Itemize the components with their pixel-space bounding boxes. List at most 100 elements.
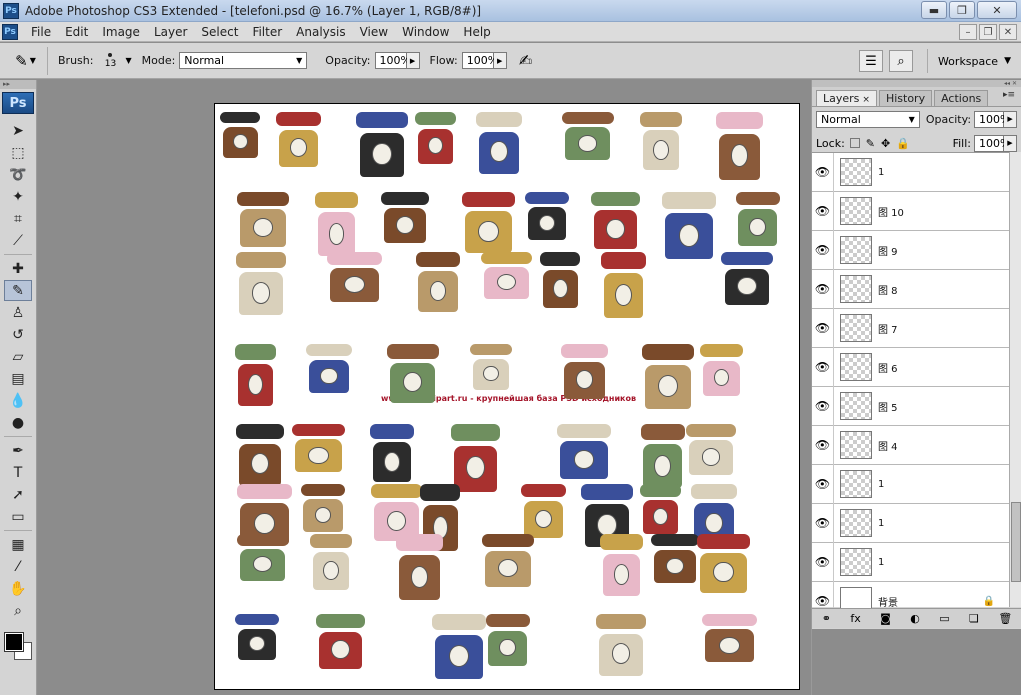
menu-help[interactable]: Help [456,25,497,39]
workspace-menu[interactable]: Workspace ▼ [926,49,1021,73]
visibility-eye-icon[interactable]: 👁 [812,269,834,309]
fx-icon[interactable]: fx [850,612,860,625]
layer-row[interactable]: 👁 图 6 [812,347,1009,387]
slice-tool-icon[interactable]: ⟋ [4,230,32,251]
tab-history[interactable]: History [878,90,933,106]
fill-input[interactable]: 100% [974,134,1010,152]
eyedropper-tool-icon[interactable]: ⁄ [4,556,32,577]
layer-row[interactable]: 👁 图 8 [812,269,1009,309]
menu-file[interactable]: File [24,25,58,39]
canvas[interactable]: www.ProfClipart.ru - крупнейшая база PSD… [214,103,800,690]
minimize-button[interactable]: ▬ [921,1,947,19]
hand-tool-icon[interactable]: ✋ [4,578,32,599]
gradient-tool-icon[interactable]: ▤ [4,368,32,389]
tool-preset-picker[interactable]: ✎ ▼ [4,46,48,75]
clone-stamp-tool-icon[interactable]: ♙ [4,302,32,323]
brush-picker[interactable]: 13 [97,47,123,75]
magic-wand-tool-icon[interactable]: ✦ [4,186,32,207]
doc-minimize-button[interactable]: – [959,24,977,40]
doc-restore-button[interactable]: ❐ [979,24,997,40]
crop-tool-icon[interactable]: ⌗ [4,208,32,229]
doc-close-button[interactable]: ✕ [999,24,1017,40]
visibility-eye-icon[interactable]: 👁 [812,464,834,504]
visibility-eye-icon[interactable]: 👁 [812,347,834,387]
adjustment-icon[interactable]: ◐ [910,612,920,625]
pen-tool-icon[interactable]: ✒ [4,440,32,461]
toolbox-grip-icon[interactable]: ▸▸ [0,80,36,89]
photoshop-menu-icon[interactable]: Ps [2,23,18,40]
layer-opacity-arrow-icon[interactable]: ▶ [1004,110,1017,128]
link-icon[interactable]: ⚭ [822,612,831,625]
opacity-input[interactable]: 100% [374,52,411,69]
layer-row[interactable]: 👁 1 [812,152,1009,192]
menu-layer[interactable]: Layer [147,25,194,39]
menu-analysis[interactable]: Analysis [289,25,352,39]
tab-layers[interactable]: Layers × [816,90,877,106]
close-icon[interactable]: × [862,95,870,105]
layer-row[interactable]: 👁 图 10 [812,191,1009,231]
blend-mode-select[interactable]: Normal ▼ [816,110,920,128]
menu-image[interactable]: Image [95,25,147,39]
layer-row[interactable]: 👁 1 [812,503,1009,543]
lock-all-icon[interactable]: 🔒 [896,137,910,150]
fill-arrow-icon[interactable]: ▶ [1004,134,1017,152]
path-selection-tool-icon[interactable]: ➚ [4,484,32,505]
visibility-eye-icon[interactable]: 👁 [812,425,834,465]
layer-row[interactable]: 👁 1 [812,464,1009,504]
panel-collapse-icon[interactable]: ◂◂ ✕ [812,80,1021,87]
menu-edit[interactable]: Edit [58,25,95,39]
visibility-eye-icon[interactable]: 👁 [812,230,834,270]
layer-row[interactable]: 👁 1 [812,542,1009,582]
blur-tool-icon[interactable]: 💧 [4,390,32,411]
scrollbar-thumb[interactable] [1011,502,1021,582]
move-tool-icon[interactable]: ➤ [4,120,32,141]
layer-row[interactable]: 👁 图 5 [812,386,1009,426]
history-brush-tool-icon[interactable]: ↺ [4,324,32,345]
layer-row[interactable]: 👁 图 9 [812,230,1009,270]
group-icon[interactable]: ▭ [939,612,949,625]
type-tool-icon[interactable]: T [4,462,32,483]
menu-view[interactable]: View [353,25,395,39]
visibility-eye-icon[interactable]: 👁 [812,152,834,192]
notes-tool-icon[interactable]: ▦ [4,534,32,555]
lock-pixels-icon[interactable]: ✎ [866,137,875,150]
visibility-eye-icon[interactable]: 👁 [812,308,834,348]
bridge-icon[interactable]: ⌕ [888,50,913,72]
layer-list-scrollbar[interactable] [1009,152,1021,607]
mask-icon[interactable]: ◙ [880,612,891,625]
photoshop-logo[interactable]: Ps [2,92,34,114]
shape-tool-icon[interactable]: ▭ [4,506,32,527]
dodge-tool-icon[interactable]: ● [4,412,32,433]
visibility-eye-icon[interactable]: 👁 [812,386,834,426]
mode-select[interactable]: Normal ▼ [179,52,308,69]
close-button[interactable]: ✕ [977,1,1017,19]
menu-filter[interactable]: Filter [245,25,289,39]
panel-menu-icon[interactable]: ▸≡ [1003,90,1015,106]
palette-well-icon[interactable]: ☰ [858,50,883,72]
new-layer-icon[interactable]: ❏ [969,612,979,625]
visibility-eye-icon[interactable]: 👁 [812,191,834,231]
foreground-color-swatch[interactable] [4,632,24,652]
eraser-tool-icon[interactable]: ▱ [4,346,32,367]
lock-transparent-icon[interactable] [849,138,860,148]
healing-brush-tool-icon[interactable]: ✚ [4,258,32,279]
brush-dropdown-chevron-icon[interactable]: ▼ [125,56,131,65]
brush-tool-icon[interactable]: ✎ [4,280,32,301]
zoom-tool-icon[interactable]: ⌕ [4,600,32,621]
flow-input[interactable]: 100% [461,52,498,69]
visibility-eye-icon[interactable]: 👁 [812,503,834,543]
lock-position-icon[interactable]: ✥ [881,137,890,150]
marquee-tool-icon[interactable]: ⬚ [4,142,32,163]
trash-icon[interactable]: 🗑 [998,612,1012,625]
flow-slider-arrow-icon[interactable]: ▶ [493,52,507,69]
menu-window[interactable]: Window [395,25,456,39]
airbrush-toggle-icon[interactable]: ✍ [519,51,532,70]
opacity-slider-arrow-icon[interactable]: ▶ [406,52,420,69]
lasso-tool-icon[interactable]: ➰ [4,164,32,185]
visibility-eye-icon[interactable]: 👁 [812,542,834,582]
layer-opacity-input[interactable]: 100% [974,110,1010,128]
layer-row[interactable]: 👁 图 7 [812,308,1009,348]
menu-select[interactable]: Select [194,25,245,39]
restore-button[interactable]: ❐ [949,1,975,19]
tab-actions[interactable]: Actions [934,90,989,106]
